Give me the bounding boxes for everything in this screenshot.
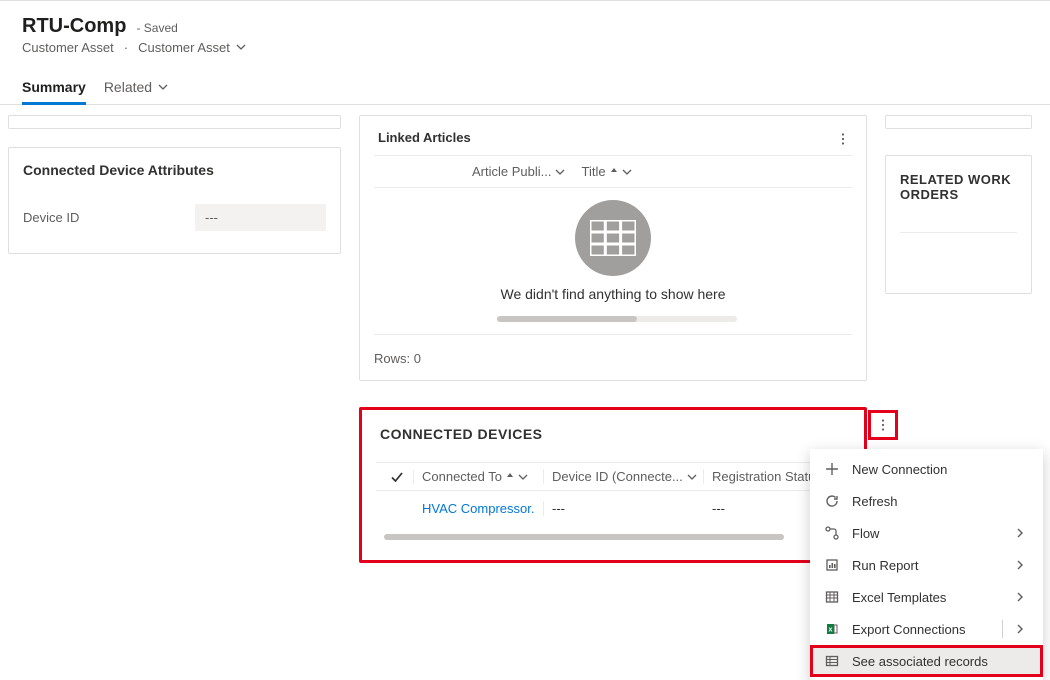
menu-item-flow[interactable]: Flow xyxy=(810,517,1043,549)
chevron-down-icon xyxy=(622,167,632,177)
cell-device-id: --- xyxy=(544,501,704,516)
entity-type-label: Customer Asset xyxy=(22,40,114,55)
saved-indicator: - Saved xyxy=(136,21,177,35)
table-row[interactable]: HVAC Compressor. --- --- xyxy=(376,491,850,526)
empty-grid-icon xyxy=(575,200,651,276)
chevron-down-icon xyxy=(518,472,528,482)
menu-item-label: New Connection xyxy=(852,462,1029,477)
chevron-right-icon xyxy=(1015,560,1029,570)
empty-message: We didn't find anything to show here xyxy=(501,286,726,302)
device-id-field[interactable]: --- xyxy=(195,204,326,231)
related-work-orders-title: RELATED WORK ORDERS xyxy=(900,172,1017,202)
cda-title: Connected Device Attributes xyxy=(23,162,326,178)
chevron-down-icon xyxy=(236,42,246,52)
column-header-article[interactable]: Article Publi... xyxy=(472,164,565,179)
sort-asc-icon xyxy=(610,167,618,177)
tab-summary[interactable]: Summary xyxy=(22,73,86,105)
column-header-connected-to[interactable]: Connected To xyxy=(414,469,544,484)
tab-related-label: Related xyxy=(104,79,152,95)
column-header-device-id[interactable]: Device ID (Connecte... xyxy=(544,469,704,484)
right-card-stub xyxy=(885,115,1032,129)
excel-tmpl-icon xyxy=(824,589,840,605)
plus-icon xyxy=(824,461,840,477)
chevron-right-icon xyxy=(1015,592,1029,602)
refresh-icon xyxy=(824,493,840,509)
horizontal-scrollbar[interactable] xyxy=(384,534,784,540)
chevron-right-icon xyxy=(1015,624,1029,634)
connected-devices-card: CONNECTED DEVICES Connected To Device ID… xyxy=(359,407,867,563)
page-title: RTU-Comp xyxy=(22,15,126,38)
rows-count-label: Rows: 0 xyxy=(374,351,852,366)
select-all-checkbox[interactable] xyxy=(380,470,414,484)
menu-item-refresh[interactable]: Refresh xyxy=(810,485,1043,517)
menu-item-see-associated-records[interactable]: See associated records xyxy=(810,645,1043,677)
menu-item-label: Refresh xyxy=(852,494,1029,509)
chevron-down-icon xyxy=(687,472,697,482)
connected-devices-title: CONNECTED DEVICES xyxy=(380,426,846,442)
connected-device-attributes-card: Connected Device Attributes Device ID --… xyxy=(8,147,341,254)
separator-dot: · xyxy=(124,40,128,55)
records-icon xyxy=(824,653,840,669)
form-switcher-label: Customer Asset xyxy=(138,40,230,55)
menu-item-export-connections[interactable]: x Export Connections xyxy=(810,613,1043,645)
context-menu: New Connection Refresh Flow Run Report Excel… xyxy=(810,449,1043,680)
more-commands-button[interactable] xyxy=(828,124,858,154)
linked-articles-title: Linked Articles xyxy=(378,130,848,145)
svg-text:x: x xyxy=(829,627,833,634)
chevron-down-icon xyxy=(555,167,565,177)
menu-item-excel-templates[interactable]: Excel Templates xyxy=(810,581,1043,613)
more-commands-button[interactable] xyxy=(868,410,898,440)
chevron-down-icon xyxy=(158,82,168,92)
report-icon xyxy=(824,557,840,573)
menu-item-new-connection[interactable]: New Connection xyxy=(810,453,1043,485)
horizontal-scrollbar[interactable] xyxy=(497,316,737,322)
menu-item-label: Flow xyxy=(852,526,1003,541)
tab-related[interactable]: Related xyxy=(104,73,168,105)
sort-asc-icon xyxy=(506,472,514,482)
menu-item-label: See associated records xyxy=(852,654,1029,669)
separator xyxy=(1002,620,1003,638)
flow-icon xyxy=(824,525,840,541)
menu-item-run-report[interactable]: Run Report xyxy=(810,549,1043,581)
linked-articles-card: Linked Articles Article Publi... Title xyxy=(359,115,867,381)
menu-item-label: Run Report xyxy=(852,558,1003,573)
menu-item-label: Export Connections xyxy=(852,622,990,637)
chevron-right-icon xyxy=(1015,528,1029,538)
left-card-stub xyxy=(8,115,341,129)
device-id-label: Device ID xyxy=(23,210,183,225)
connected-to-link[interactable]: HVAC Compressor. xyxy=(422,501,534,516)
excel-exp-icon: x xyxy=(824,621,840,637)
column-header-title[interactable]: Title xyxy=(581,164,631,179)
related-work-orders-card: RELATED WORK ORDERS xyxy=(885,155,1032,294)
form-switcher[interactable]: Customer Asset xyxy=(138,40,245,55)
menu-item-label: Excel Templates xyxy=(852,590,1003,605)
